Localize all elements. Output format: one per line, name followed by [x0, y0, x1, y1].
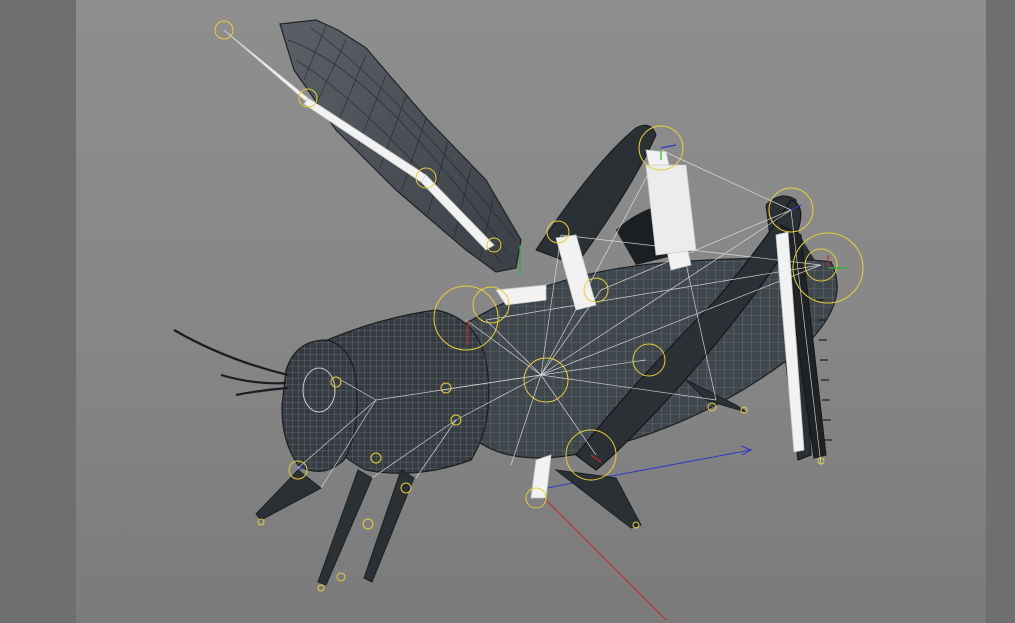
- wing-mesh[interactable]: [279, 19, 522, 273]
- antennae: [173, 329, 289, 397]
- app-window: [0, 0, 1015, 623]
- scene-canvas[interactable]: [76, 0, 986, 623]
- left-side-panel: [0, 0, 76, 623]
- head-mesh[interactable]: [281, 339, 358, 472]
- right-side-panel: [986, 0, 1015, 623]
- 3d-viewport[interactable]: [76, 0, 986, 623]
